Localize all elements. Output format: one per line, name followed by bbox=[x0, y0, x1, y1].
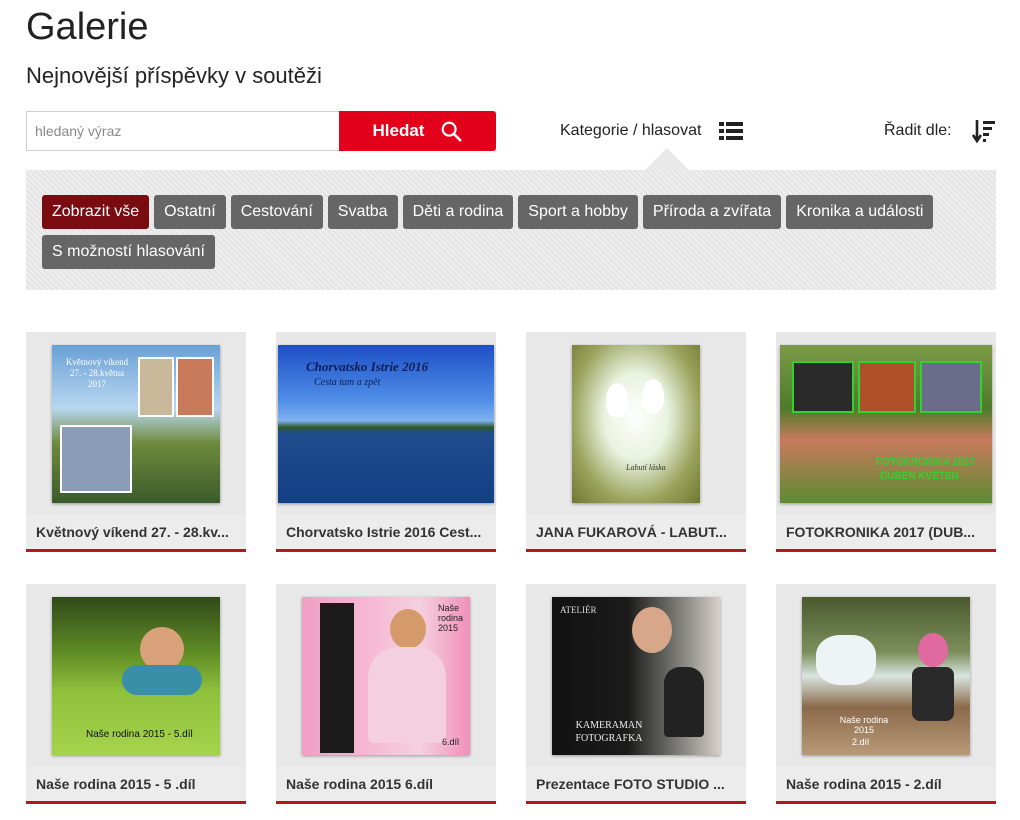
gallery-card-caption: JANA FUKAROVÁ - LABUT... bbox=[526, 515, 746, 549]
gallery-card-caption: FOTOKRONIKA 2017 (DUB... bbox=[776, 515, 996, 549]
thumbnail-text: Naše rodina 2015 bbox=[839, 714, 889, 735]
search-button[interactable]: Hledat bbox=[339, 111, 496, 151]
thumbnail-subtext: ATELIÉR bbox=[560, 604, 597, 615]
thumbnail-subtext: DUBEN KVĚTEN bbox=[880, 470, 959, 482]
gallery-card-caption: Naše rodina 2015 6.díl bbox=[276, 767, 496, 801]
category-vote-toggle[interactable]: Kategorie / hlasovat bbox=[560, 118, 744, 144]
list-icon bbox=[719, 122, 744, 140]
filter-chip-voting[interactable]: S možností hlasování bbox=[42, 235, 215, 269]
gallery-card[interactable]: Chorvatsko Istrie 2016 Cesta tam a zpět … bbox=[276, 332, 496, 552]
thumbnail-text: Květnový víkend 27. - 28.května 2017 bbox=[65, 356, 129, 389]
gallery-card[interactable]: Naše rodina 2015 - 5.díl Naše rodina 201… bbox=[26, 584, 246, 804]
gallery-card-caption: Naše rodina 2015 - 5 .díl bbox=[26, 767, 246, 801]
thumbnail-text: Naše rodina 2015 bbox=[438, 602, 464, 633]
album-thumbnail: Naše rodina 2015 - 5.díl bbox=[52, 596, 220, 755]
thumbnail-text: FOTOKRONIKA 2017 bbox=[876, 456, 975, 468]
filter-row: Zobrazit vše Ostatní Cestování Svatba Dě… bbox=[42, 195, 934, 229]
album-thumbnail: Naše rodina 2015 2.díl bbox=[802, 596, 970, 755]
filter-panel-pointer bbox=[645, 148, 689, 170]
gallery-card[interactable]: Květnový víkend 27. - 28.května 2017 Kvě… bbox=[26, 332, 246, 552]
search-bar: Hledat bbox=[26, 111, 496, 151]
filter-chip-nature[interactable]: Příroda a zvířata bbox=[642, 195, 782, 229]
gallery-card-caption: Květnový víkend 27. - 28.kv... bbox=[26, 515, 246, 549]
thumbnail-text: Labutí láska bbox=[626, 462, 666, 472]
sort-label: Řadit dle: bbox=[884, 122, 952, 139]
thumbnail-subtext: 6.díl bbox=[442, 736, 460, 747]
category-vote-label: Kategorie / hlasovat bbox=[560, 122, 702, 139]
filter-chip-wedding[interactable]: Svatba bbox=[327, 195, 398, 229]
filter-chip-chronicle[interactable]: Kronika a události bbox=[786, 195, 934, 229]
gallery-card-caption: Naše rodina 2015 - 2.díl bbox=[776, 767, 996, 801]
gallery-card[interactable]: Labutí láska JANA FUKAROVÁ - LABUT... bbox=[526, 332, 746, 552]
search-icon bbox=[442, 121, 462, 142]
gallery-card[interactable]: Naše rodina 2015 6.díl Naše rodina 2015 … bbox=[276, 584, 496, 804]
thumbnail-subtext: 2.díl bbox=[852, 736, 870, 747]
search-input[interactable] bbox=[26, 111, 339, 151]
album-thumbnail: ATELIÉR KAMERAMAN FOTOGRAFKA bbox=[552, 596, 720, 755]
sort-control[interactable]: Řadit dle: bbox=[884, 118, 996, 144]
filter-chip-family[interactable]: Děti a rodina bbox=[402, 195, 514, 229]
album-thumbnail: Labutí láska bbox=[572, 344, 700, 503]
album-thumbnail: Chorvatsko Istrie 2016 Cesta tam a zpět bbox=[278, 344, 494, 503]
album-thumbnail: FOTOKRONIKA 2017 DUBEN KVĚTEN bbox=[780, 344, 992, 503]
thumbnail-text: Chorvatsko Istrie 2016 bbox=[306, 358, 429, 374]
album-thumbnail: Naše rodina 2015 6.díl bbox=[302, 596, 470, 755]
gallery-card-caption: Prezentace FOTO STUDIO ... bbox=[526, 767, 746, 801]
gallery-card[interactable]: ATELIÉR KAMERAMAN FOTOGRAFKA Prezentace … bbox=[526, 584, 746, 804]
thumbnail-text: KAMERAMAN FOTOGRAFKA bbox=[575, 719, 643, 744]
filter-chip-all[interactable]: Zobrazit vše bbox=[42, 195, 150, 229]
filter-chip-sport[interactable]: Sport a hobby bbox=[518, 195, 638, 229]
page-subtitle: Nejnovější příspěvky v soutěži bbox=[26, 63, 322, 88]
filter-chip-other[interactable]: Ostatní bbox=[154, 195, 226, 229]
sort-descending-icon bbox=[971, 120, 995, 144]
category-filter-panel: Zobrazit vše Ostatní Cestování Svatba Dě… bbox=[26, 170, 996, 290]
gallery-card[interactable]: Naše rodina 2015 2.díl Naše rodina 2015 … bbox=[776, 584, 996, 804]
gallery-card[interactable]: FOTOKRONIKA 2017 DUBEN KVĚTEN FOTOKRONIK… bbox=[776, 332, 996, 552]
filter-row: S možností hlasování bbox=[42, 235, 215, 269]
gallery-card-caption: Chorvatsko Istrie 2016 Cest... bbox=[276, 515, 496, 549]
thumbnail-subtext: Cesta tam a zpět bbox=[314, 376, 381, 388]
album-thumbnail: Květnový víkend 27. - 28.května 2017 bbox=[52, 344, 220, 503]
thumbnail-text: Naše rodina 2015 - 5.díl bbox=[86, 728, 193, 740]
filter-chip-travel[interactable]: Cestování bbox=[230, 195, 323, 229]
page-title: Galerie bbox=[26, 6, 149, 48]
search-button-label: Hledat bbox=[372, 121, 425, 140]
